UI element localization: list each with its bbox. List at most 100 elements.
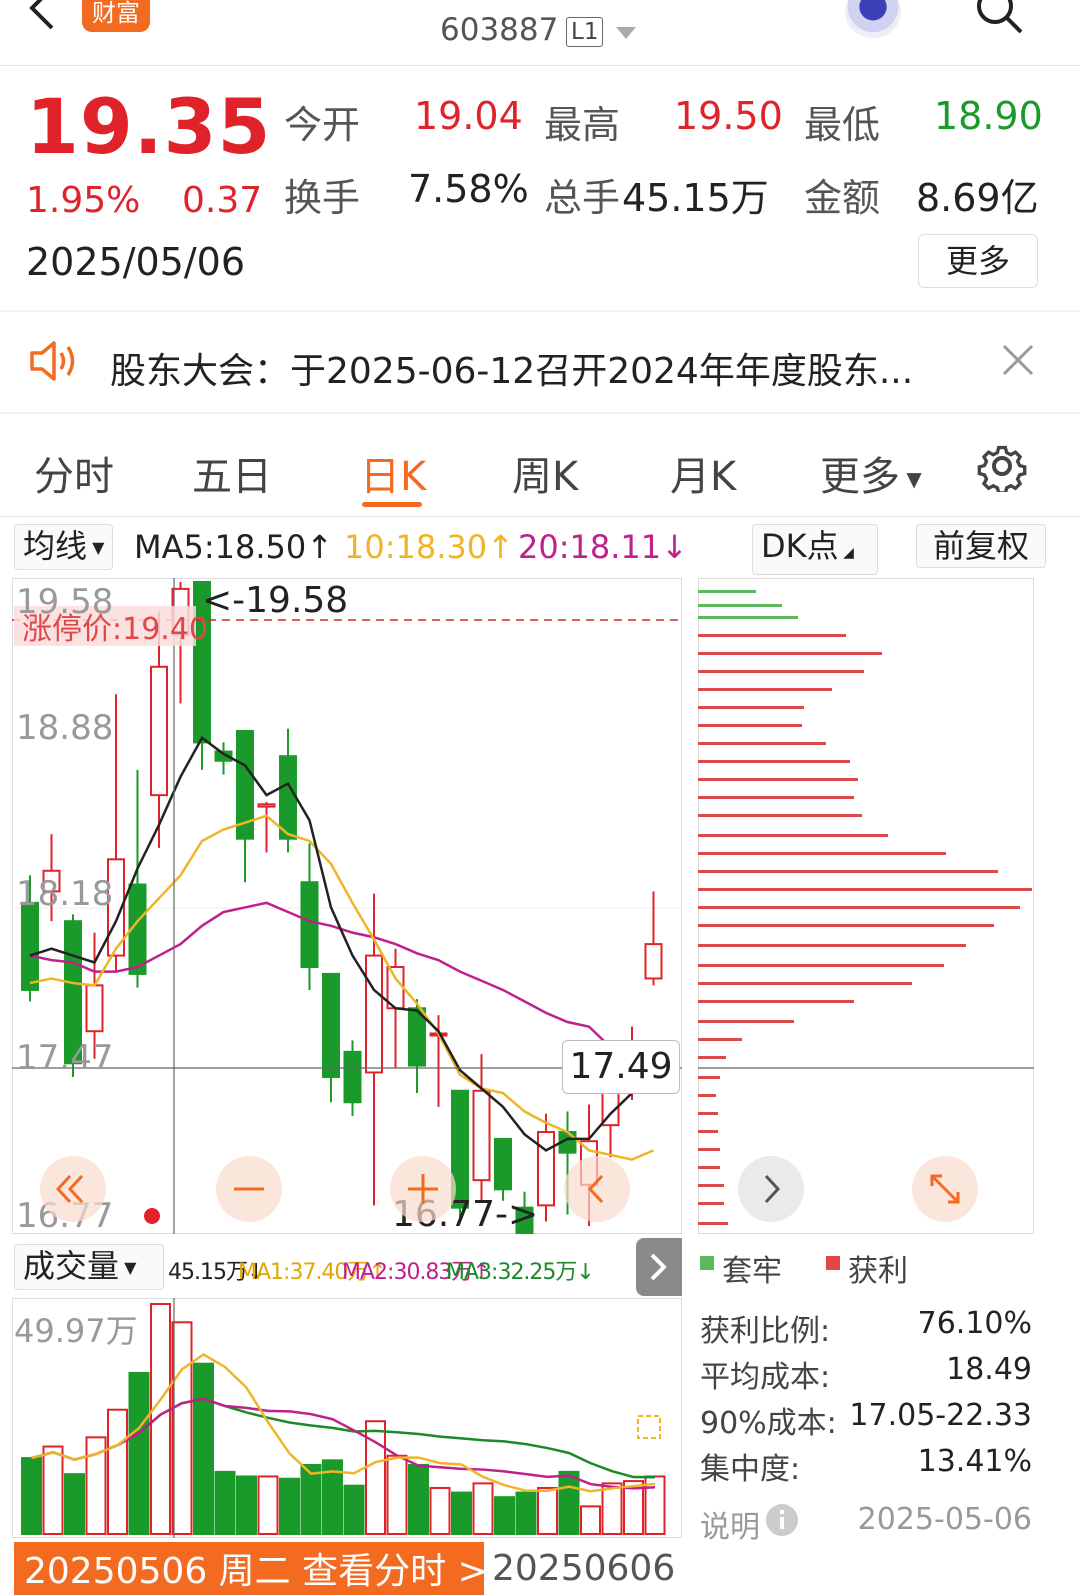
chip-distribution-chart bbox=[698, 590, 1034, 1225]
candle bbox=[322, 972, 340, 1079]
level-badge: L1 bbox=[566, 17, 604, 47]
volume-value: 45.15万 bbox=[622, 176, 769, 220]
volume-bar bbox=[193, 1362, 214, 1535]
chip-bar bbox=[698, 688, 832, 691]
volume-bar bbox=[107, 1408, 128, 1535]
divider bbox=[0, 516, 1080, 517]
chip-bar bbox=[698, 796, 854, 799]
tab-weekly-k[interactable]: 周K bbox=[512, 444, 578, 502]
ma5-legend: MA5:18.50↑ bbox=[134, 528, 334, 566]
open-value: 19.04 bbox=[414, 94, 523, 138]
tab-more[interactable]: 更多 ▼ bbox=[820, 444, 922, 502]
chip-bar bbox=[698, 1076, 720, 1079]
volume-bar bbox=[64, 1473, 85, 1535]
note-date: 2025-05-06 bbox=[857, 1502, 1032, 1537]
chip-bar bbox=[698, 742, 826, 745]
volume-select[interactable]: 成交量 ▼ bbox=[14, 1244, 164, 1290]
candle bbox=[21, 901, 39, 991]
divider bbox=[0, 412, 1080, 414]
turnover-label: 换手 bbox=[284, 176, 361, 220]
more-button[interactable]: 更多 bbox=[918, 234, 1038, 288]
volume-bar bbox=[343, 1484, 365, 1536]
zoom-out-button[interactable] bbox=[216, 1156, 282, 1222]
expand-panel-button[interactable] bbox=[636, 1238, 682, 1296]
dropdown-icon[interactable] bbox=[616, 27, 636, 39]
search-icon[interactable] bbox=[975, 0, 1025, 36]
candle bbox=[300, 881, 319, 969]
avg-cost-value: 18.49 bbox=[946, 1352, 1032, 1387]
active-tab-indicator bbox=[362, 502, 422, 507]
announcement-text[interactable]: 股东大会：于2025-06-12召开2024年年度股东... bbox=[110, 342, 913, 394]
cost-90-label: 90%成本: bbox=[700, 1406, 837, 1441]
note-label[interactable]: 说明 bbox=[700, 1502, 760, 1546]
tab-monthly-k[interactable]: 月K bbox=[670, 444, 736, 502]
high-value: 19.50 bbox=[674, 94, 783, 138]
back-arrow-icon[interactable] bbox=[22, 0, 62, 30]
candle bbox=[644, 943, 663, 980]
minus-icon bbox=[234, 1187, 264, 1191]
zoom-in-button[interactable] bbox=[390, 1156, 456, 1222]
chip-bar bbox=[698, 888, 1032, 891]
chip-bar bbox=[698, 982, 912, 985]
stock-code[interactable]: 603887 bbox=[440, 12, 558, 48]
tab-intraday[interactable]: 分时 bbox=[34, 444, 114, 502]
volume-bar bbox=[214, 1470, 236, 1535]
volume-bar bbox=[451, 1491, 472, 1536]
chip-bar bbox=[698, 906, 1020, 909]
tab-daily-k[interactable]: 日K bbox=[360, 444, 426, 502]
scroll-left-button[interactable] bbox=[40, 1156, 106, 1222]
bottom-date: 20250606 bbox=[492, 1548, 676, 1589]
candle bbox=[343, 1050, 362, 1104]
plus-icon bbox=[408, 1174, 438, 1204]
low-label: 最低 bbox=[804, 103, 881, 147]
chip-bar bbox=[698, 1184, 724, 1187]
volume-bar bbox=[537, 1486, 558, 1535]
amount-label: 金额 bbox=[804, 176, 881, 220]
axis-label-2: 18.88 bbox=[16, 708, 114, 748]
volume-bar bbox=[300, 1463, 322, 1535]
profit-ratio-value: 76.10% bbox=[917, 1306, 1032, 1341]
gear-icon[interactable] bbox=[976, 440, 1028, 492]
turnover-value: 7.58% bbox=[408, 167, 529, 211]
volume-bar bbox=[580, 1505, 601, 1535]
change-percent: 1.95% bbox=[26, 180, 141, 221]
double-chevron-left-icon bbox=[55, 1174, 84, 1204]
volume-bar bbox=[42, 1445, 64, 1535]
volume-bar bbox=[128, 1371, 150, 1536]
volume-bar bbox=[279, 1477, 300, 1535]
volume-axis-top: 49.97万 bbox=[14, 1312, 138, 1350]
ma-select[interactable]: 均线 ▼ bbox=[14, 524, 114, 570]
profit-ratio-label: 获利比例: bbox=[700, 1314, 831, 1349]
dk-point-button[interactable]: DK点 ◢ bbox=[752, 524, 878, 575]
legend-trapped-swatch bbox=[700, 1256, 714, 1270]
chip-bar bbox=[698, 1056, 726, 1059]
info-icon[interactable] bbox=[764, 1502, 800, 1538]
legend-trapped-label: 套牢 bbox=[722, 1254, 782, 1289]
crosshair-price-tag: 17.49 bbox=[562, 1040, 680, 1094]
chip-bar bbox=[698, 1020, 794, 1023]
tab-five-day[interactable]: 五日 bbox=[192, 444, 272, 502]
volume-bar bbox=[429, 1486, 451, 1535]
dk-label: DK点 bbox=[761, 527, 839, 565]
candle bbox=[85, 984, 104, 1033]
avatar[interactable] bbox=[845, 0, 901, 38]
candle bbox=[150, 665, 168, 797]
close-icon[interactable] bbox=[1000, 342, 1036, 378]
chip-bar bbox=[698, 852, 946, 855]
step-left-button[interactable] bbox=[564, 1156, 630, 1222]
low-value: 18.90 bbox=[934, 94, 1043, 138]
speaker-icon bbox=[30, 341, 75, 381]
candle bbox=[472, 1089, 491, 1182]
ma20-legend: 20:18.11↓ bbox=[518, 528, 688, 566]
divider bbox=[0, 310, 1080, 312]
volume-bar bbox=[257, 1475, 279, 1536]
candle bbox=[279, 755, 297, 840]
chip-bar bbox=[698, 1130, 718, 1133]
volume-label: 总手 bbox=[544, 176, 621, 220]
chip-bar bbox=[698, 706, 804, 709]
high-label: 最高 bbox=[544, 103, 621, 147]
chip-bar bbox=[698, 1166, 720, 1169]
view-intraday-bar[interactable]: 20250506 周二 查看分时 > bbox=[14, 1542, 484, 1595]
chip-bar bbox=[698, 724, 802, 727]
adjust-button[interactable]: 前复权 bbox=[916, 524, 1046, 568]
